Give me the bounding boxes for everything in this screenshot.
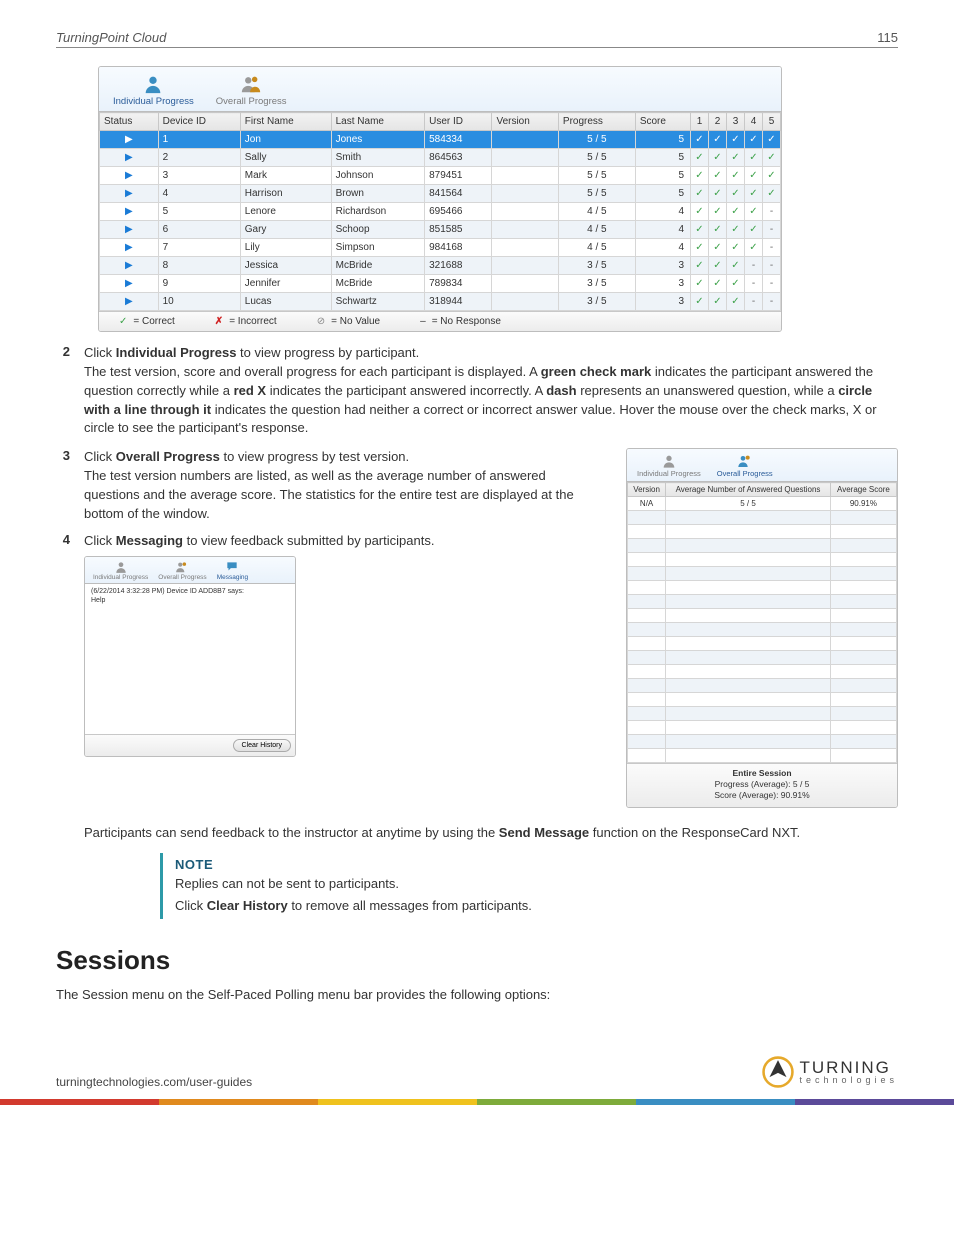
- table-row[interactable]: ▶6GarySchoop8515854 / 54✓✓✓✓-: [100, 221, 781, 239]
- table-row: [628, 567, 897, 581]
- table-row: [628, 679, 897, 693]
- ip-col: Score: [635, 113, 690, 131]
- expand-icon: ▶: [100, 293, 159, 311]
- ip-col: 1: [691, 113, 709, 131]
- person-icon: [661, 453, 677, 469]
- color-bar: [0, 1099, 954, 1105]
- table-row: [628, 693, 897, 707]
- people-icon: [737, 453, 753, 469]
- op-tab-individual[interactable]: Individual Progress: [637, 453, 701, 478]
- step-2: 2 Click Individual Progress to view prog…: [56, 344, 898, 438]
- step-3-detail: The test version numbers are listed, as …: [84, 467, 602, 524]
- table-row: [628, 553, 897, 567]
- table-row: [628, 707, 897, 721]
- page-footer: turningtechnologies.com/user-guides TURN…: [0, 1055, 954, 1099]
- tab-overall-progress[interactable]: Overall Progress: [216, 73, 287, 107]
- table-row: N/A5 / 590.91%: [628, 497, 897, 511]
- expand-icon: ▶: [100, 149, 159, 167]
- turning-logo: TURNING technologies: [761, 1055, 898, 1089]
- ip-col: First Name: [240, 113, 331, 131]
- table-row: [628, 735, 897, 749]
- ip-col: Last Name: [331, 113, 425, 131]
- table-row: [628, 525, 897, 539]
- ip-col: 3: [727, 113, 745, 131]
- individual-progress-panel: Individual Progress Overall Progress Sta…: [98, 66, 782, 332]
- table-row[interactable]: ▶3MarkJohnson8794515 / 55✓✓✓✓✓: [100, 167, 781, 185]
- ip-tab-bar: Individual Progress Overall Progress: [99, 67, 781, 112]
- expand-icon: ▶: [100, 131, 159, 149]
- messaging-body: (6/22/2014 3:32:28 PM) Device ID ADD8B7 …: [85, 584, 295, 734]
- table-row[interactable]: ▶7LilySimpson9841684 / 54✓✓✓✓-: [100, 239, 781, 257]
- expand-icon: ▶: [100, 275, 159, 293]
- ip-table: StatusDevice IDFirst NameLast NameUser I…: [99, 112, 781, 311]
- ip-col: User ID: [425, 113, 492, 131]
- x-icon: ✗: [215, 316, 223, 327]
- expand-icon: ▶: [100, 221, 159, 239]
- overall-progress-panel: Individual Progress Overall Progress Ver…: [626, 448, 898, 808]
- op-tab-overall[interactable]: Overall Progress: [717, 453, 773, 478]
- table-row: [628, 609, 897, 623]
- chat-icon: [225, 560, 239, 574]
- people-icon: [175, 560, 189, 574]
- table-row: [628, 595, 897, 609]
- expand-icon: ▶: [100, 239, 159, 257]
- step-4: 4 Click Messaging to view feedback submi…: [56, 532, 602, 551]
- people-icon: [240, 73, 262, 95]
- ip-col: Status: [100, 113, 159, 131]
- table-row[interactable]: ▶8JessicaMcBride3216883 / 53✓✓✓--: [100, 257, 781, 275]
- table-row: [628, 623, 897, 637]
- msg-tab-overall[interactable]: Overall Progress: [158, 560, 206, 581]
- tab-individual-progress[interactable]: Individual Progress: [113, 73, 194, 107]
- ip-col: 5: [763, 113, 781, 131]
- msg-tab-messaging[interactable]: Messaging: [217, 560, 248, 581]
- novalue-icon: ⊘: [317, 316, 325, 327]
- ip-col: Device ID: [158, 113, 240, 131]
- table-row: [628, 637, 897, 651]
- table-row[interactable]: ▶2SallySmith8645635 / 55✓✓✓✓✓: [100, 149, 781, 167]
- note-block: NOTE Replies can not be sent to particip…: [160, 853, 898, 919]
- after-messaging-para: Participants can send feedback to the in…: [84, 824, 898, 843]
- ip-col: 4: [745, 113, 763, 131]
- messaging-panel: Individual Progress Overall Progress Mes…: [84, 556, 296, 757]
- op-col-score: Average Score: [830, 483, 896, 497]
- table-row[interactable]: ▶1JonJones5843345 / 55✓✓✓✓✓: [100, 131, 781, 149]
- table-row[interactable]: ▶4HarrisonBrown8415645 / 55✓✓✓✓✓: [100, 185, 781, 203]
- ip-legend: ✓= Correct ✗= Incorrect ⊘= No Value –= N…: [99, 311, 781, 331]
- table-row[interactable]: ▶9JenniferMcBride7898343 / 53✓✓✓--: [100, 275, 781, 293]
- op-footer: Entire Session Progress (Average): 5 / 5…: [627, 763, 897, 807]
- op-col-version: Version: [628, 483, 666, 497]
- table-row: [628, 511, 897, 525]
- clear-history-button[interactable]: Clear History: [233, 739, 291, 752]
- table-row: [628, 581, 897, 595]
- logo-icon: [761, 1055, 795, 1089]
- step-3: 3 Click Overall Progress to view progres…: [56, 448, 602, 467]
- table-row[interactable]: ▶10LucasSchwartz3189443 / 53✓✓✓--: [100, 293, 781, 311]
- op-col-avgq: Average Number of Answered Questions: [666, 483, 831, 497]
- expand-icon: ▶: [100, 185, 159, 203]
- doc-title: TurningPoint Cloud: [56, 30, 166, 45]
- page-header: TurningPoint Cloud 115: [56, 30, 898, 48]
- table-row: [628, 721, 897, 735]
- expand-icon: ▶: [100, 257, 159, 275]
- table-row[interactable]: ▶5LenoreRichardson6954664 / 54✓✓✓✓-: [100, 203, 781, 221]
- section-heading-sessions: Sessions: [56, 945, 898, 976]
- ip-col: Progress: [558, 113, 635, 131]
- ip-col: 2: [709, 113, 727, 131]
- person-icon: [114, 560, 128, 574]
- expand-icon: ▶: [100, 167, 159, 185]
- footer-url: turningtechnologies.com/user-guides: [56, 1075, 252, 1089]
- dash-icon: –: [420, 316, 426, 327]
- op-table: Version Average Number of Answered Quest…: [627, 482, 897, 763]
- table-row: [628, 651, 897, 665]
- msg-tab-individual[interactable]: Individual Progress: [93, 560, 148, 581]
- ip-col: Version: [492, 113, 558, 131]
- table-row: [628, 665, 897, 679]
- expand-icon: ▶: [100, 203, 159, 221]
- person-icon: [142, 73, 164, 95]
- table-row: [628, 539, 897, 553]
- sessions-para: The Session menu on the Self-Paced Polli…: [56, 986, 898, 1005]
- check-icon: ✓: [119, 316, 127, 327]
- page-number: 115: [877, 30, 898, 45]
- table-row: [628, 749, 897, 763]
